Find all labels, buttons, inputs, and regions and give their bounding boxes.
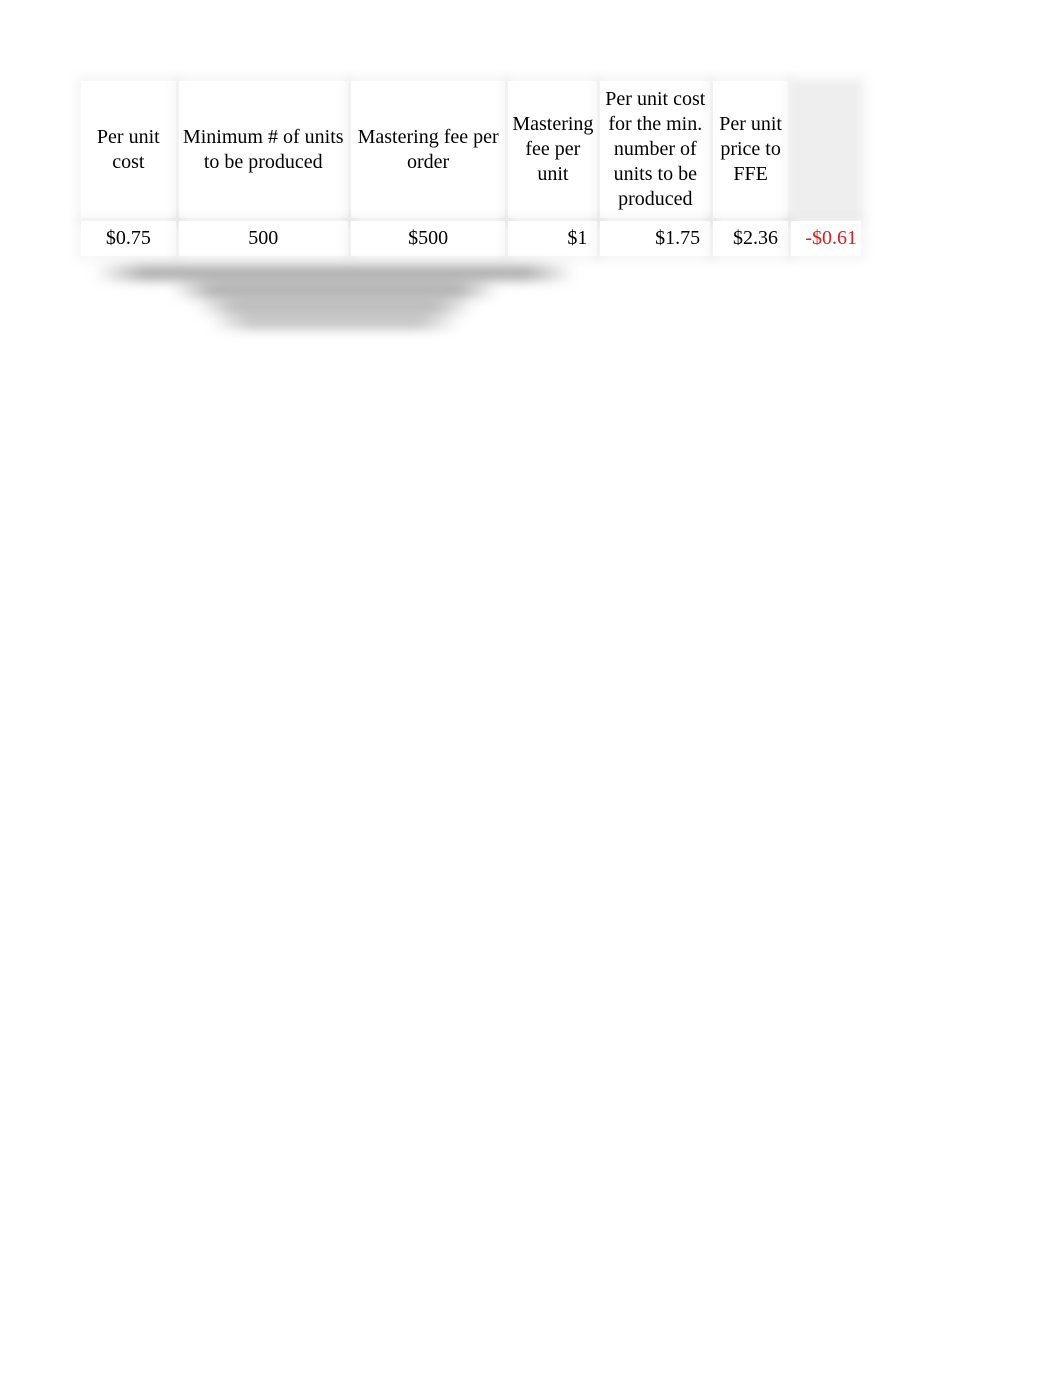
col-header-min-units: Minimum # of units to be produced [179, 81, 348, 218]
col-header-per-unit-price-ffe: Per unit price to FFE [713, 81, 788, 218]
col-header-per-unit-cost-min: Per unit cost for the min. number of uni… [600, 81, 710, 218]
blurred-caption [95, 262, 575, 324]
cell-min-units: 500 [179, 221, 348, 256]
pricing-table: Per unit cost Minimum # of units to be p… [78, 78, 864, 259]
cell-mastering-fee-unit: $1 [508, 221, 597, 256]
cell-last-negative: -$0.61 [791, 221, 861, 256]
col-header-mastering-fee-unit: Mastering fee per unit [508, 81, 597, 218]
cell-mastering-fee-order: $500 [351, 221, 505, 256]
col-header-blurred [791, 81, 861, 218]
pricing-table-container: Per unit cost Minimum # of units to be p… [78, 78, 864, 259]
col-header-mastering-fee-order: Mastering fee per order [351, 81, 505, 218]
table-header-row: Per unit cost Minimum # of units to be p… [81, 81, 861, 218]
cell-per-unit-cost: $0.75 [81, 221, 176, 256]
table-row: $0.75 500 $500 $1 $1.75 $2.36 -$0.61 [81, 221, 861, 256]
col-header-per-unit-cost: Per unit cost [81, 81, 176, 218]
cell-per-unit-price-ffe: $2.36 [713, 221, 788, 256]
cell-per-unit-cost-min: $1.75 [600, 221, 710, 256]
